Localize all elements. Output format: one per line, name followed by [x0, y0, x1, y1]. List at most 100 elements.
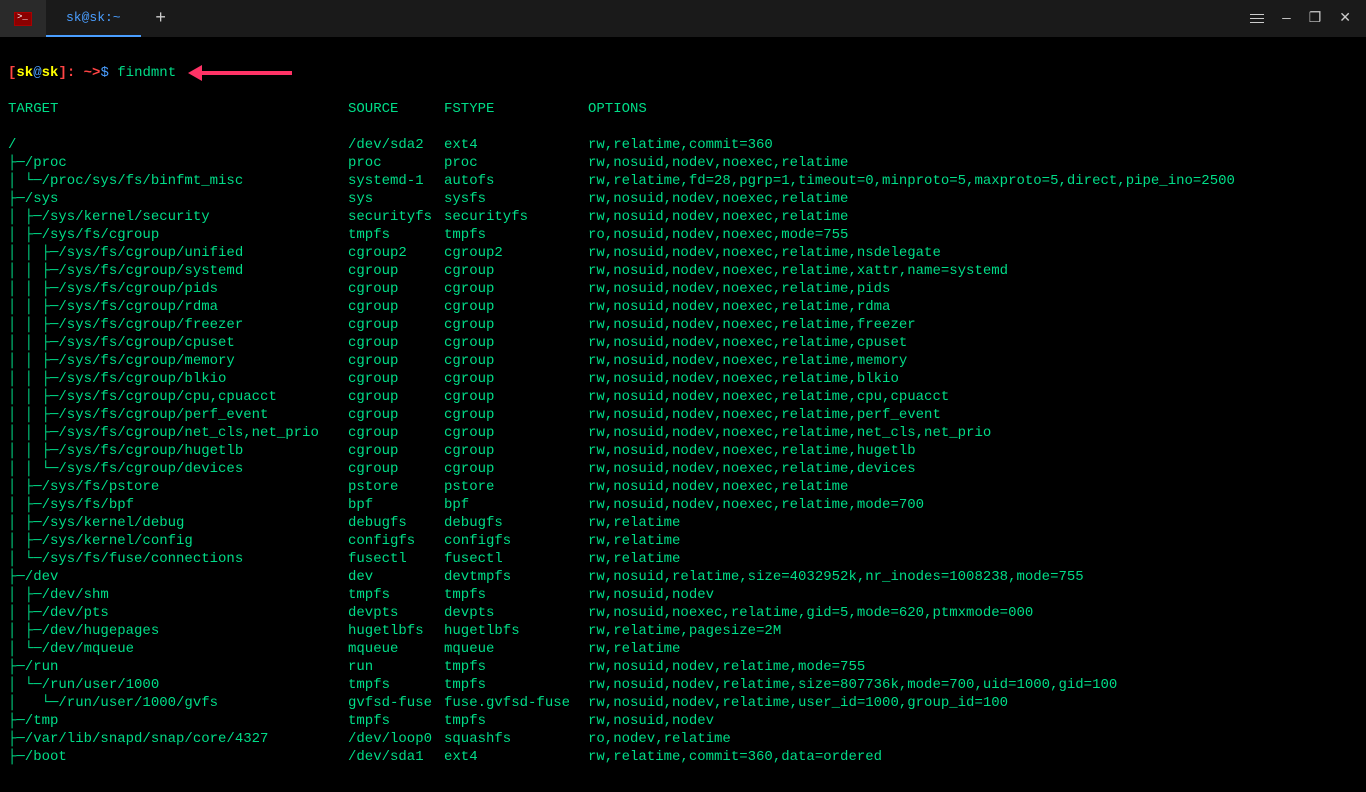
cell-target: │ └─/run/user/1000 [8, 676, 348, 694]
cell-options: rw,relatime,commit=360 [588, 136, 773, 154]
maximize-button[interactable]: ❐ [1309, 10, 1322, 27]
cell-target: │ │ ├─/sys/fs/cgroup/systemd [8, 262, 348, 280]
mount-row: │ │ ├─/sys/fs/cgroup/cpu,cpuacctcgroupcg… [8, 388, 1358, 406]
cell-source: cgroup2 [348, 244, 444, 262]
cell-fstype: cgroup [444, 370, 588, 388]
mount-row: │ ├─/dev/ptsdevptsdevptsrw,nosuid,noexec… [8, 604, 1358, 622]
plus-icon: + [155, 9, 166, 29]
mount-row: │ ├─/sys/kernel/debugdebugfsdebugfsrw,re… [8, 514, 1358, 532]
cell-source: dev [348, 568, 444, 586]
cell-options: rw,nosuid,nodev,noexec,relatime,mode=700 [588, 496, 924, 514]
cell-fstype: ext4 [444, 748, 588, 766]
cell-source: cgroup [348, 442, 444, 460]
cell-fstype: cgroup [444, 388, 588, 406]
cell-target: ├─/boot [8, 748, 348, 766]
cell-options: rw,relatime [588, 640, 680, 658]
cell-target: │ │ ├─/sys/fs/cgroup/pids [8, 280, 348, 298]
cell-fstype: tmpfs [444, 712, 588, 730]
new-tab-button[interactable]: + [141, 0, 181, 37]
cell-source: tmpfs [348, 586, 444, 604]
terminal-icon [14, 12, 32, 26]
cell-source: devpts [348, 604, 444, 622]
cell-fstype: fuse.gvfsd-fuse [444, 694, 588, 712]
cell-options: ro,nosuid,nodev,noexec,mode=755 [588, 226, 848, 244]
cell-target: / [8, 136, 348, 154]
cell-fstype: proc [444, 154, 588, 172]
cell-options: rw,nosuid,nodev,noexec,relatime,hugetlb [588, 442, 916, 460]
cell-target: │ └─/dev/mqueue [8, 640, 348, 658]
cell-options: rw,nosuid,nodev,noexec,relatime,devices [588, 460, 916, 478]
cell-options: rw,nosuid,nodev [588, 586, 714, 604]
cell-target: │ ├─/sys/fs/pstore [8, 478, 348, 496]
mount-row: ├─/runruntmpfsrw,nosuid,nodev,relatime,m… [8, 658, 1358, 676]
col-source: SOURCE [348, 100, 444, 118]
active-tab[interactable]: sk@sk:~ [46, 0, 141, 37]
cell-source: mqueue [348, 640, 444, 658]
cell-fstype: cgroup [444, 280, 588, 298]
cell-source: configfs [348, 532, 444, 550]
cell-source: run [348, 658, 444, 676]
cell-target: ├─/sys [8, 190, 348, 208]
minimize-button[interactable]: — [1282, 11, 1290, 27]
cell-options: rw,relatime [588, 514, 680, 532]
cell-source: /dev/sda1 [348, 748, 444, 766]
cell-target: ├─/var/lib/snapd/snap/core/4327 [8, 730, 348, 748]
cell-source: cgroup [348, 334, 444, 352]
cell-target: │ ├─/dev/shm [8, 586, 348, 604]
terminal-output[interactable]: [sk@sk]: ~>$ findmnt TARGETSOURCEFSTYPEO… [0, 38, 1366, 792]
cell-options: rw,nosuid,nodev,noexec,relatime [588, 190, 848, 208]
cell-target: │ ├─/sys/fs/bpf [8, 496, 348, 514]
cell-source: securityfs [348, 208, 444, 226]
cell-options: rw,nosuid,nodev,noexec,relatime,xattr,na… [588, 262, 1008, 280]
mount-row: │ ├─/sys/kernel/securitysecurityfssecuri… [8, 208, 1358, 226]
menu-icon[interactable] [1250, 11, 1264, 26]
cell-fstype: tmpfs [444, 586, 588, 604]
cell-source: cgroup [348, 370, 444, 388]
cell-options: rw,nosuid,nodev,noexec,relatime,freezer [588, 316, 916, 334]
cell-source: tmpfs [348, 226, 444, 244]
col-fstype: FSTYPE [444, 100, 588, 118]
prompt-at: @ [33, 64, 41, 82]
cell-source: cgroup [348, 352, 444, 370]
mount-row: │ │ ├─/sys/fs/cgroup/perf_eventcgroupcgr… [8, 406, 1358, 424]
cell-source: /dev/loop0 [348, 730, 444, 748]
cell-target: ├─/proc [8, 154, 348, 172]
cell-fstype: cgroup [444, 442, 588, 460]
prompt-line: [sk@sk]: ~>$ findmnt [8, 64, 1358, 82]
cell-source: cgroup [348, 298, 444, 316]
cell-target: │ ├─/sys/kernel/debug [8, 514, 348, 532]
mount-row: │ │ ├─/sys/fs/cgroup/cpusetcgroupcgroupr… [8, 334, 1358, 352]
cell-options: rw,nosuid,noexec,relatime,gid=5,mode=620… [588, 604, 1033, 622]
app-icon-tab[interactable] [0, 0, 46, 37]
mount-row: ├─/var/lib/snapd/snap/core/4327/dev/loop… [8, 730, 1358, 748]
cell-fstype: cgroup [444, 316, 588, 334]
mount-row: │ ├─/sys/fs/pstorepstorepstorerw,nosuid,… [8, 478, 1358, 496]
cell-options: rw,nosuid,nodev,relatime,mode=755 [588, 658, 865, 676]
cell-options: rw,nosuid,nodev,noexec,relatime,perf_eve… [588, 406, 941, 424]
cell-source: hugetlbfs [348, 622, 444, 640]
mount-row: │ │ ├─/sys/fs/cgroup/memorycgroupcgroupr… [8, 352, 1358, 370]
mount-row: │ │ ├─/sys/fs/cgroup/unifiedcgroup2cgrou… [8, 244, 1358, 262]
close-button[interactable]: ✕ [1339, 10, 1351, 27]
cell-target: │ └─/run/user/1000/gvfs [8, 694, 348, 712]
mount-row: │ └─/run/user/1000tmpfstmpfsrw,nosuid,no… [8, 676, 1358, 694]
cell-fstype: sysfs [444, 190, 588, 208]
cell-target: │ │ ├─/sys/fs/cgroup/cpu,cpuacct [8, 388, 348, 406]
cell-fstype: mqueue [444, 640, 588, 658]
cell-options: rw,nosuid,nodev,noexec,relatime,rdma [588, 298, 890, 316]
cell-options: rw,nosuid,nodev,noexec,relatime [588, 154, 848, 172]
cell-target: │ │ ├─/sys/fs/cgroup/blkio [8, 370, 348, 388]
annotation-arrow [188, 65, 292, 81]
cell-options: rw,relatime [588, 532, 680, 550]
mount-row: ├─/devdevdevtmpfsrw,nosuid,relatime,size… [8, 568, 1358, 586]
cell-source: debugfs [348, 514, 444, 532]
cell-target: │ │ ├─/sys/fs/cgroup/freezer [8, 316, 348, 334]
cell-source: /dev/sda2 [348, 136, 444, 154]
cell-source: tmpfs [348, 712, 444, 730]
header-row: TARGETSOURCEFSTYPEOPTIONS [8, 100, 1358, 118]
cell-source: proc [348, 154, 444, 172]
mount-row: │ │ ├─/sys/fs/cgroup/pidscgroupcgrouprw,… [8, 280, 1358, 298]
cell-source: tmpfs [348, 676, 444, 694]
tab-title: sk@sk:~ [66, 10, 121, 25]
cell-options: rw,nosuid,nodev,noexec,relatime,nsdelega… [588, 244, 941, 262]
